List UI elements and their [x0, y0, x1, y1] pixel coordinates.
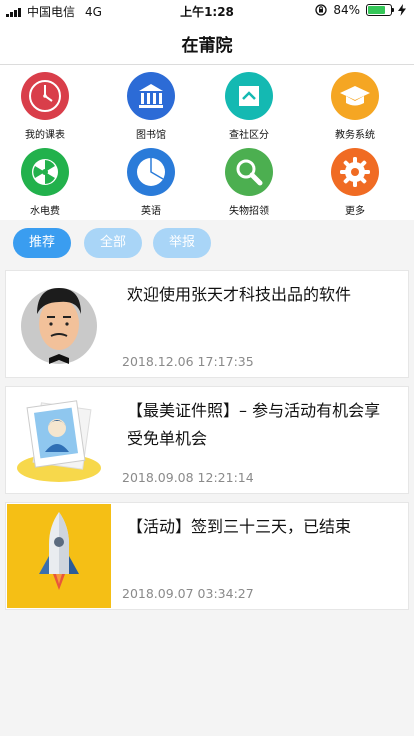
battery-icon [366, 4, 394, 16]
post-title: 欢迎使用张天才科技出品的软件 [127, 285, 352, 304]
post-card[interactable]: 欢迎使用张天才科技出品的软件 2018.12.06 17:17:35 [5, 270, 409, 378]
tab-all[interactable]: 全部 [84, 228, 142, 258]
grid-item-label: 失物招领 [229, 206, 269, 217]
grid-item-more[interactable]: 更多 [310, 148, 400, 217]
battery-percent: 84% [333, 3, 360, 17]
filter-tabs: 推荐 全部 举报 [0, 221, 414, 267]
orientation-lock-icon [315, 4, 327, 16]
id-photo-thumbnail [7, 388, 111, 492]
grid-item-label: 查社区分 [229, 130, 269, 141]
post-timestamp: 2018.12.06 17:17:35 [122, 354, 254, 369]
graduation-cap-icon [331, 72, 379, 120]
grid-item-label: 图书馆 [136, 130, 166, 141]
clock-icon [21, 72, 69, 120]
page-title: 在莆院 [181, 36, 233, 56]
grid-item-utilities[interactable]: 水电费 [0, 148, 90, 217]
grid-item-schedule[interactable]: 我的课表 [0, 72, 90, 141]
grid-item-label: 我的课表 [25, 130, 65, 141]
navigation-bar: 在莆院 [0, 22, 414, 65]
grid-item-library[interactable]: 图书馆 [106, 72, 196, 141]
pie-chart-icon [127, 148, 175, 196]
post-card[interactable]: 【活动】签到三十三天，已结束 2018.09.07 03:34:27 [5, 502, 409, 610]
post-timestamp: 2018.09.08 12:21:14 [122, 470, 254, 485]
library-icon [127, 72, 175, 120]
grid-item-community-score[interactable]: 查社区分 [204, 72, 294, 141]
home-icon [225, 72, 273, 120]
grid-item-label: 更多 [345, 206, 365, 217]
tab-report[interactable]: 举报 [153, 228, 211, 258]
rocket-thumbnail [7, 504, 111, 608]
avatar-man-thumbnail [7, 272, 111, 376]
grid-item-label: 教务系统 [335, 130, 375, 141]
status-bar: 中国电信 4G 上午1:28 84% [0, 0, 414, 22]
feature-grid: 我的课表 图书馆 查社区分 教务系统 水电费 英语 失物招领 更多 [0, 65, 414, 220]
post-title: 【活动】签到三十三天，已结束 [127, 517, 352, 536]
post-card[interactable]: 【最美证件照】– 参与活动有机会享受免单机会 2018.09.08 12:21:… [5, 386, 409, 494]
grid-item-label: 英语 [141, 206, 161, 217]
post-title: 【最美证件照】– 参与活动有机会享受免单机会 [127, 401, 381, 448]
post-timestamp: 2018.09.07 03:34:27 [122, 586, 254, 601]
grid-item-label: 水电费 [30, 206, 60, 217]
grid-item-english[interactable]: 英语 [106, 148, 196, 217]
grid-item-academic-system[interactable]: 教务系统 [310, 72, 400, 141]
grid-item-lost-found[interactable]: 失物招领 [204, 148, 294, 217]
charging-bolt-icon [398, 4, 406, 16]
utility-fan-icon [21, 148, 69, 196]
gear-icon [331, 148, 379, 196]
magnifier-icon [225, 148, 273, 196]
tab-recommended[interactable]: 推荐 [13, 228, 71, 258]
